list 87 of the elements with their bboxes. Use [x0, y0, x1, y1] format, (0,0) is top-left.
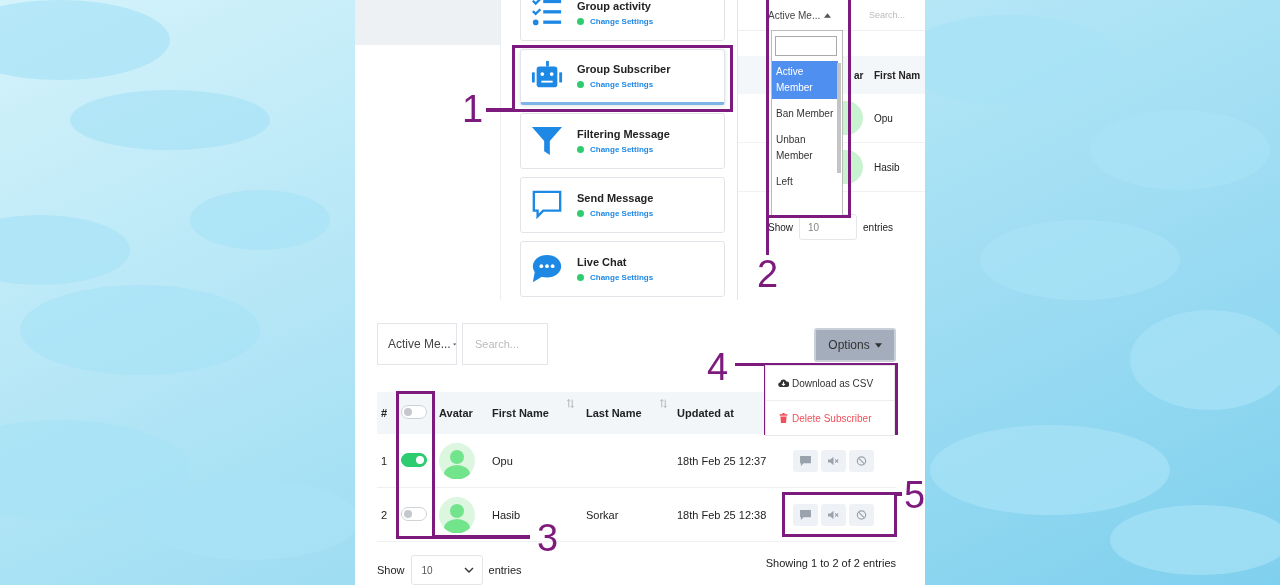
ban-button[interactable]: [849, 449, 874, 472]
caret-down-icon: [874, 342, 882, 348]
caret-up-icon: [824, 12, 832, 18]
page-size-select[interactable]: 10: [410, 555, 483, 585]
entries-label: entries: [488, 564, 522, 576]
column-header[interactable]: Avatar: [439, 392, 492, 434]
status-dot: [577, 274, 584, 281]
change-settings-link[interactable]: Change Settings: [590, 80, 654, 89]
dropdown-search-field[interactable]: [775, 36, 837, 56]
callout-number: 2: [757, 255, 779, 293]
menu-card[interactable]: Group Subscriber Change Settings: [520, 49, 725, 105]
table-cell: Sorkar: [586, 508, 619, 521]
chevron-down-icon: [463, 567, 474, 573]
ban-button[interactable]: [849, 503, 874, 526]
mute-button[interactable]: [821, 503, 846, 526]
comment-icon: [800, 455, 811, 466]
entries-label: entries: [863, 221, 894, 233]
menu-item[interactable]: Delete Subscriber: [766, 401, 894, 435]
status-toggle[interactable]: [401, 506, 427, 521]
leader-line: [766, 215, 769, 255]
chat-icon: [531, 253, 563, 285]
sort-icon[interactable]: [566, 399, 574, 408]
status-dot: [577, 146, 584, 153]
mute-icon: [828, 455, 839, 466]
mute-button[interactable]: [821, 449, 846, 472]
status-dot: [577, 81, 584, 88]
filter-select[interactable]: Active Me...: [768, 9, 832, 21]
card-title: Send Message: [577, 192, 654, 204]
change-settings-link[interactable]: Change Settings: [590, 145, 654, 154]
change-settings-link[interactable]: Change Settings: [590, 273, 654, 282]
leader-line: [735, 363, 765, 366]
ban-icon: [856, 455, 867, 466]
speech-bubble-icon: [531, 189, 563, 221]
column-header[interactable]: First Name: [492, 392, 586, 434]
avatar-icon: [439, 496, 475, 533]
search-field[interactable]: Search...: [462, 323, 548, 365]
table-cell: Opu: [874, 112, 893, 124]
card-title: Group activity: [577, 0, 652, 12]
callout-number: 4: [707, 348, 729, 386]
message-button[interactable]: [793, 503, 818, 526]
column-header[interactable]: Last Name: [586, 392, 677, 434]
column-header: First Nam: [874, 69, 921, 81]
table-cell-text: Opu: [492, 454, 514, 467]
show-label: Show: [768, 221, 793, 233]
cloud-download-icon: [778, 378, 789, 388]
options-button[interactable]: Options: [814, 328, 896, 362]
dropdown-option[interactable]: Ban Member: [772, 103, 838, 125]
menu-card[interactable]: Live Chat Change Settings: [520, 241, 725, 297]
avatar-icon: [439, 442, 475, 479]
card-title: Live Chat: [577, 256, 628, 268]
dropdown-option[interactable]: Left: [772, 171, 838, 193]
card-title: Filtering Message: [577, 128, 670, 140]
status-dot: [577, 210, 584, 217]
callout-number: 1: [462, 90, 484, 128]
table-cell-text: Hasib: [492, 508, 522, 521]
table-cell-text: 18th Feb 25 12:37: [677, 454, 768, 467]
menu-card[interactable]: Filtering Message Change Settings: [520, 113, 725, 169]
row-number: 1: [380, 454, 389, 467]
status-toggle[interactable]: [401, 452, 427, 467]
select-all-toggle[interactable]: [401, 405, 427, 419]
ban-icon: [856, 509, 867, 520]
column-header: ar: [854, 69, 865, 81]
row-number: 2: [380, 508, 389, 521]
message-button[interactable]: [793, 449, 818, 472]
comment-icon: [800, 509, 811, 520]
column-header: #: [380, 406, 389, 421]
filter-select[interactable]: Active Me...: [377, 323, 457, 365]
change-settings-link[interactable]: Change Settings: [590, 209, 654, 218]
mute-icon: [828, 509, 839, 520]
caret-down-icon: [452, 341, 456, 347]
callout-number: 5: [904, 476, 926, 514]
menu-card[interactable]: Send Message Change Settings: [520, 177, 725, 233]
show-label: Show: [377, 564, 405, 576]
sort-icon[interactable]: [659, 399, 667, 408]
scrollbar[interactable]: [837, 63, 841, 173]
trash-icon: [778, 413, 789, 423]
table-cell: Hasib: [874, 161, 900, 173]
dropdown-option[interactable]: Unban Member: [772, 129, 838, 167]
change-settings-link[interactable]: Change Settings: [590, 17, 654, 26]
table-cell-text: 18th Feb 25 12:38: [677, 508, 768, 521]
menu-card[interactable]: Group activity Change Settings: [520, 0, 725, 41]
card-title: Group Subscriber: [577, 63, 671, 75]
status-dot: [577, 18, 584, 25]
entries-summary: Showing 1 to 2 of 2 entries: [765, 557, 896, 569]
callout-number: 3: [537, 519, 559, 557]
menu-item[interactable]: Download as CSV: [766, 366, 894, 401]
funnel-icon: [531, 125, 563, 157]
